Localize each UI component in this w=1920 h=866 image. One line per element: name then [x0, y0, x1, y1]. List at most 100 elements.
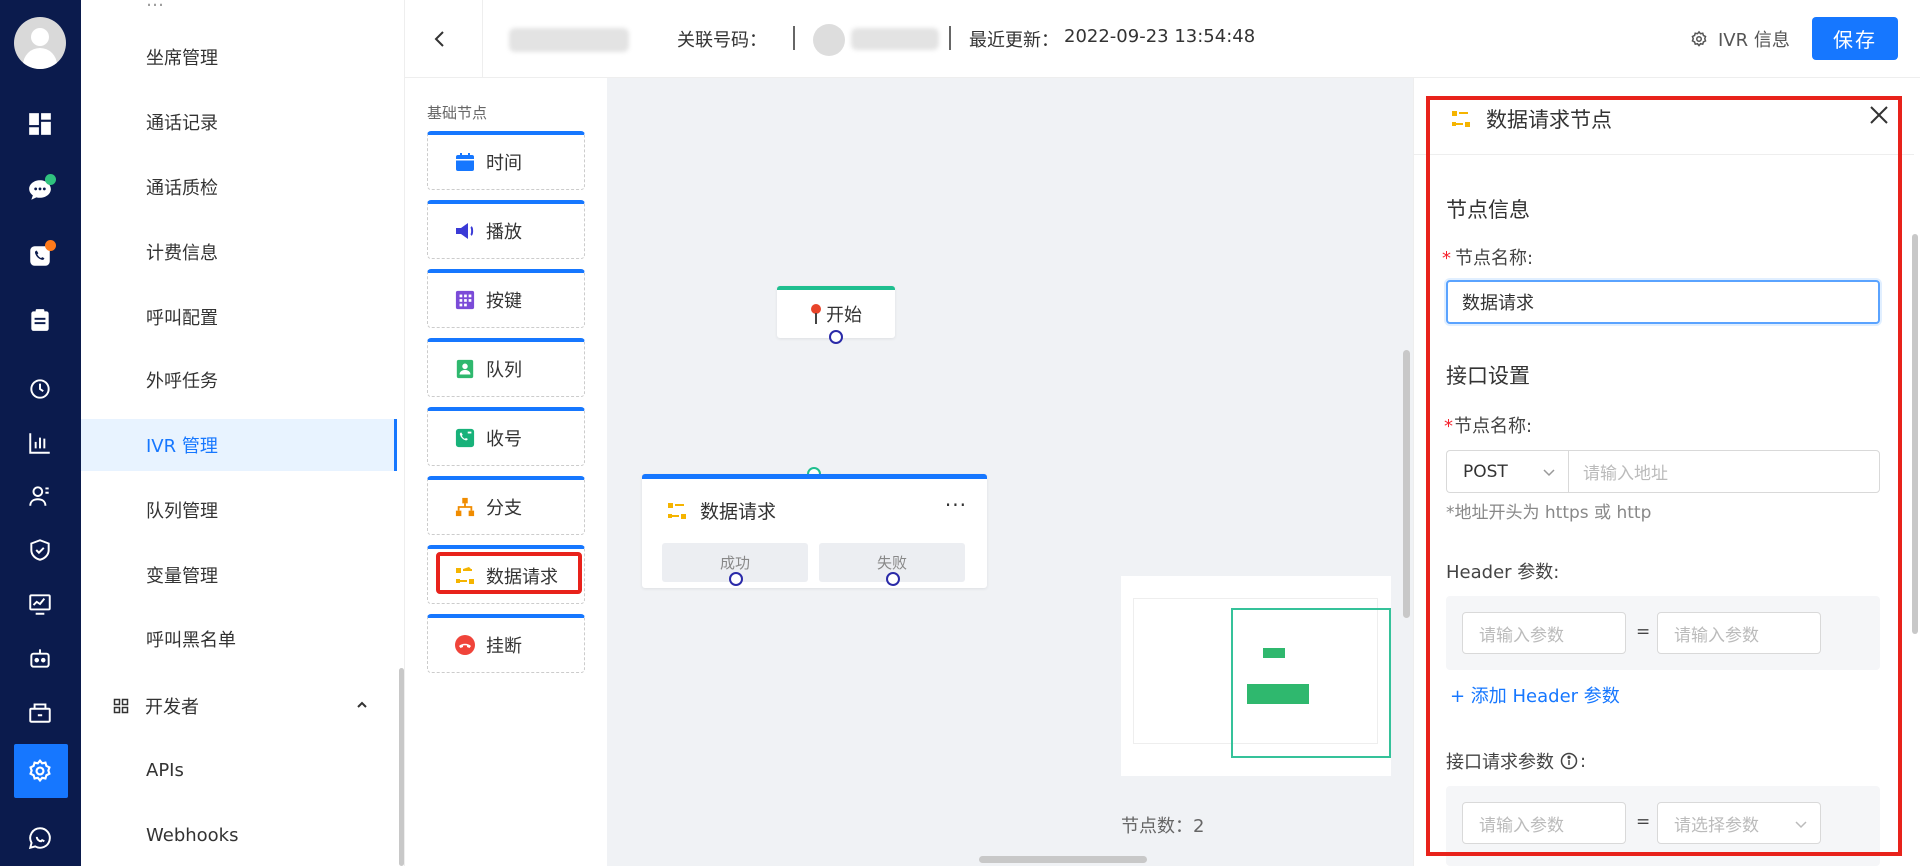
palette-node-label: 收号: [486, 429, 522, 450]
start-node-output-port[interactable]: [829, 330, 843, 344]
menu-item-partial: …: [146, 0, 164, 11]
menu-item-ivr-management[interactable]: IVR 管理: [81, 419, 397, 471]
more-options-button[interactable]: ···: [945, 493, 967, 517]
branch-icon: [454, 496, 476, 518]
canvas-horizontal-scrollbar[interactable]: [979, 856, 1147, 863]
linked-number-label: 关联号码：: [677, 30, 767, 51]
redacted-linked-number: [851, 28, 939, 50]
menu-group-developer[interactable]: 开发者: [81, 680, 397, 732]
queue-icon: [454, 358, 476, 380]
phone-icon[interactable]: [22, 238, 58, 274]
chevron-left-icon: [434, 31, 444, 47]
palette-node-queue[interactable]: 队列: [427, 338, 585, 397]
success-output-port[interactable]: [729, 572, 743, 586]
monitor-chart-icon[interactable]: [22, 586, 58, 622]
chat-badge: [45, 174, 56, 185]
node-label: 数据请求: [700, 501, 777, 523]
icon-rail: [0, 0, 81, 866]
back-button[interactable]: [423, 22, 457, 56]
failure-output-port[interactable]: [886, 572, 900, 586]
menu-item-billing[interactable]: 计费信息: [81, 226, 397, 278]
data-request-node[interactable]: 数据请求 ··· 成功 失败: [642, 474, 987, 588]
highlight-box-palette: [436, 552, 582, 594]
palette-node-label: 按键: [486, 291, 522, 312]
menu-item-label: 呼叫配置: [146, 308, 218, 329]
minimap-viewport[interactable]: [1231, 608, 1391, 758]
menu-item-label: 呼叫黑名单: [146, 630, 236, 651]
ivr-info-button[interactable]: IVR 信息: [1690, 26, 1790, 52]
message-icon[interactable]: [22, 820, 58, 856]
user-avatar[interactable]: [14, 17, 66, 69]
settings-icon[interactable]: [22, 753, 58, 789]
menu-item-seat-management[interactable]: 坐席管理: [81, 31, 397, 83]
menu-item-label: 计费信息: [146, 243, 218, 264]
menu-item-label: 通话质检: [146, 178, 218, 199]
menu-item-label: Webhooks: [146, 824, 239, 846]
node-count: 节点数：2: [1121, 812, 1204, 838]
menu-item-label: 通话记录: [146, 113, 218, 134]
ivr-info-label: IVR 信息: [1718, 30, 1790, 51]
data-request-icon: [668, 502, 686, 519]
shield-icon[interactable]: [22, 532, 58, 568]
palette-node-branch[interactable]: 分支: [427, 476, 585, 535]
canvas-vertical-scrollbar[interactable]: [1403, 350, 1410, 618]
bar-chart-icon[interactable]: [22, 425, 58, 461]
data-request-node-title: 数据请求: [666, 497, 776, 524]
menu-item-label: 外呼任务: [146, 371, 218, 392]
contacts-icon[interactable]: [22, 478, 58, 514]
palette-title: 基础节点: [427, 104, 488, 122]
menu-item-queue-management[interactable]: 队列管理: [81, 484, 397, 536]
robot-icon[interactable]: [22, 640, 58, 676]
node-config-panel: 数据请求节点 节点信息 * 节点名称: 数据请求 接口设置 *节点名称: POST…: [1413, 78, 1920, 866]
menu-item-apis[interactable]: APIs: [81, 744, 397, 796]
menu-item-call-config[interactable]: 呼叫配置: [81, 291, 397, 343]
last-updated-label: 最近更新：: [969, 30, 1059, 51]
palette-node-label: 时间: [486, 153, 522, 174]
node-palette: 基础节点 时间 播放 按键 队列 收号 分支 数据请求 挂断: [405, 78, 607, 866]
editor-header: 关联号码： 最近更新： 2022-09-23 13:54:48 IVR 信息 保…: [405, 0, 1920, 78]
menu-item-webhooks[interactable]: Webhooks: [81, 809, 397, 861]
gear-icon: [1691, 30, 1707, 47]
menu-item-outbound-tasks[interactable]: 外呼任务: [81, 354, 397, 406]
hangup-icon: [454, 634, 476, 656]
menu-item-label: 变量管理: [146, 566, 218, 587]
palette-node-hangup[interactable]: 挂断: [427, 614, 585, 673]
menu-item-call-records[interactable]: 通话记录: [81, 96, 397, 148]
calendar-icon: [454, 151, 476, 173]
divider: [793, 26, 795, 50]
pin-icon: [811, 304, 821, 324]
palette-node-label: 播放: [486, 222, 522, 243]
menu-item-variable-management[interactable]: 变量管理: [81, 549, 397, 601]
phone-badge: [45, 240, 56, 251]
menu-item-call-quality[interactable]: 通话质检: [81, 161, 397, 213]
palette-node-time[interactable]: 时间: [427, 131, 585, 190]
linked-avatar: [813, 24, 845, 56]
palette-node-collect-digits[interactable]: 收号: [427, 407, 585, 466]
collect-digits-icon: [454, 427, 476, 449]
menu-item-call-blacklist[interactable]: 呼叫黑名单: [81, 613, 397, 665]
speaker-icon: [454, 220, 476, 242]
keypad-icon: [454, 289, 476, 311]
flow-canvas[interactable]: 开始 数据请求 ··· 成功 失败 节点数：2: [607, 78, 1413, 866]
menu-item-label: APIs: [146, 759, 184, 781]
minimap[interactable]: [1121, 576, 1391, 776]
palette-node-label: 分支: [486, 498, 522, 519]
history-icon[interactable]: [22, 371, 58, 407]
chat-icon[interactable]: [22, 172, 58, 208]
highlight-box-panel: [1426, 96, 1902, 856]
chevron-up-icon: [357, 701, 367, 708]
dashboard-icon[interactable]: [22, 106, 58, 142]
package-icon[interactable]: [22, 694, 58, 730]
panel-scrollbar[interactable]: [1912, 234, 1918, 634]
save-button[interactable]: 保存: [1812, 17, 1898, 60]
redacted-ivr-name: [509, 28, 629, 52]
divider: [949, 26, 951, 50]
palette-node-label: 挂断: [486, 636, 522, 657]
clipboard-icon[interactable]: [22, 302, 58, 338]
menu-item-label: 坐席管理: [146, 48, 218, 69]
palette-node-keypress[interactable]: 按键: [427, 269, 585, 328]
menu-group-label: 开发者: [145, 697, 199, 718]
palette-node-play[interactable]: 播放: [427, 200, 585, 259]
menu-scrollbar[interactable]: [399, 668, 404, 866]
node-count-value: 2: [1193, 816, 1205, 837]
